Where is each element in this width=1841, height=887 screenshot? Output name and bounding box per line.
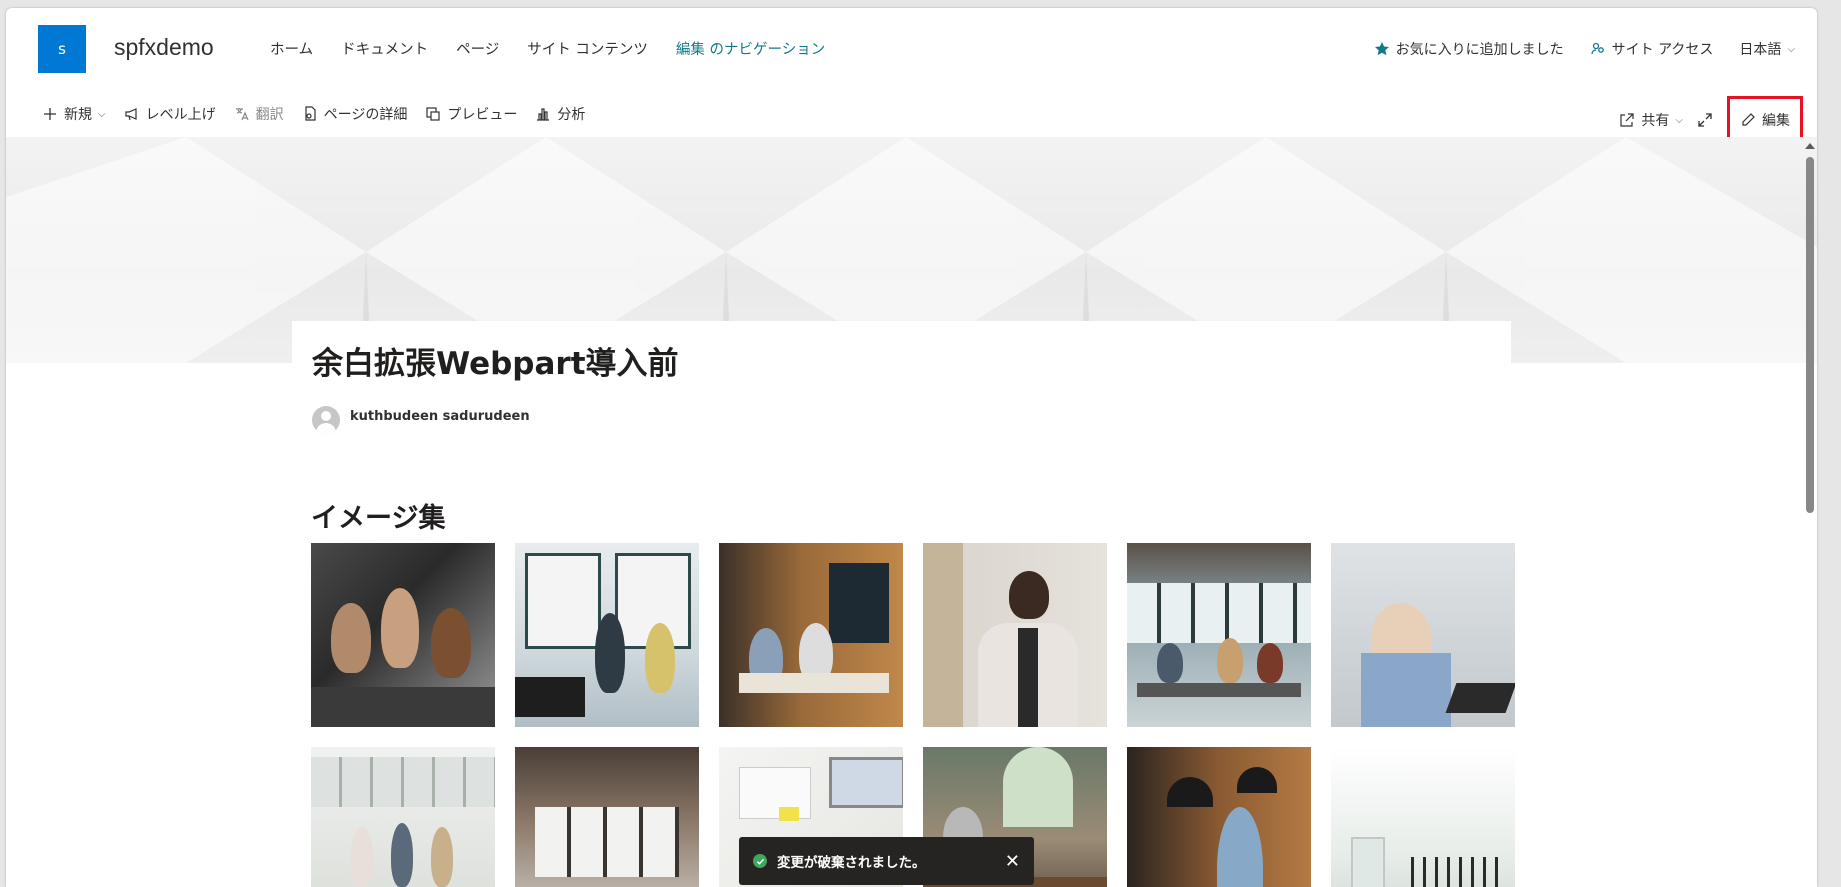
site-title[interactable]: spfxdemo <box>114 34 214 61</box>
translate-icon <box>235 108 249 121</box>
promote-label: レベル上げ <box>145 107 216 123</box>
site-header: s spfxdemo ホーム ドキュメント ページ サイト コンテンツ 編集 の… <box>6 8 1817 90</box>
favorite-label: お気に入りに追加しました <box>1395 42 1564 58</box>
scroll-thumb[interactable] <box>1806 157 1814 513</box>
nav-item-pages[interactable]: ページ <box>456 38 499 59</box>
close-icon[interactable]: ✕ <box>1005 851 1020 872</box>
megaphone-icon <box>124 108 137 121</box>
gallery-image[interactable] <box>515 747 699 887</box>
nav-item-site-contents[interactable]: サイト コンテンツ <box>527 38 648 59</box>
expand-icon <box>1698 113 1712 127</box>
avatar[interactable] <box>312 406 340 434</box>
share-button[interactable]: 共有 ⌵ <box>1619 110 1683 130</box>
image-gallery <box>311 543 1515 887</box>
toast-message: 変更が破棄されました。 <box>777 855 926 871</box>
author-name[interactable]: kuthbudeen sadurudeen <box>350 409 530 424</box>
checkmark-icon <box>753 854 767 868</box>
analytics-label: 分析 <box>557 107 586 123</box>
new-label: 新規 <box>64 107 92 123</box>
gallery-image[interactable] <box>1127 747 1311 887</box>
chevron-down-icon: ⌵ <box>1675 114 1683 126</box>
vertical-scrollbar[interactable] <box>1801 137 1817 887</box>
language-selector[interactable]: 日本語 ⌵ <box>1739 39 1795 59</box>
site-access-label: サイト アクセス <box>1611 42 1714 58</box>
site-logo[interactable]: s <box>38 25 86 73</box>
author-byline: kuthbudeen sadurudeen <box>312 406 530 434</box>
gallery-image[interactable] <box>923 543 1107 727</box>
gallery-image[interactable] <box>1331 543 1515 727</box>
chevron-down-icon: ⌵ <box>98 108 106 120</box>
nav-item-home[interactable]: ホーム <box>270 38 313 59</box>
people-icon <box>1591 42 1604 55</box>
pencil-icon <box>1742 113 1755 126</box>
expand-button[interactable] <box>1697 112 1713 128</box>
favorite-button[interactable]: お気に入りに追加しました <box>1374 39 1564 59</box>
gallery-image[interactable] <box>1331 747 1515 887</box>
page-details-label: ページの詳細 <box>323 107 408 123</box>
gallery-image[interactable] <box>1127 543 1311 727</box>
nav-item-documents[interactable]: ドキュメント <box>341 38 428 59</box>
plus-icon <box>44 108 56 120</box>
gallery-image[interactable] <box>719 543 903 727</box>
preview-button[interactable]: プレビュー <box>425 104 517 124</box>
preview-icon <box>426 107 440 121</box>
gallery-image[interactable] <box>311 747 495 887</box>
chevron-down-icon: ⌵ <box>1787 43 1795 55</box>
nav-item-edit-navigation[interactable]: 編集 のナビゲーション <box>676 38 825 59</box>
promote-button[interactable]: レベル上げ <box>124 104 216 124</box>
site-access-button[interactable]: サイト アクセス <box>1590 39 1714 59</box>
page-title: 余白拡張Webpart導入前 <box>312 346 679 382</box>
language-label: 日本語 <box>1739 42 1782 58</box>
analytics-button[interactable]: 分析 <box>535 104 585 124</box>
browser-page: s spfxdemo ホーム ドキュメント ページ サイト コンテンツ 編集 の… <box>6 8 1817 887</box>
share-icon <box>1620 113 1635 127</box>
top-navigation: ホーム ドキュメント ページ サイト コンテンツ 編集 のナビゲーション <box>270 38 825 59</box>
gallery-image[interactable] <box>515 543 699 727</box>
translate-button[interactable]: 翻訳 <box>234 104 284 124</box>
share-label: 共有 <box>1641 113 1670 129</box>
edit-label: 編集 <box>1762 113 1790 129</box>
scroll-up-arrow[interactable] <box>1805 143 1815 149</box>
page-gear-icon <box>304 106 316 121</box>
header-actions: お気に入りに追加しました サイト アクセス 日本語 ⌵ <box>1374 39 1795 59</box>
new-button[interactable]: 新規 ⌵ <box>42 104 106 124</box>
translate-label: 翻訳 <box>255 107 284 123</box>
notification-toast: 変更が破棄されました。 ✕ <box>739 837 1034 885</box>
chart-icon <box>537 108 550 121</box>
star-icon <box>1374 42 1389 56</box>
gallery-image[interactable] <box>311 543 495 727</box>
gallery-title: イメージ集 <box>311 503 446 534</box>
command-bar: 新規 ⌵ レベル上げ 翻訳 ページの詳細 プレビュー 分析 共有 ⌵ 編集 <box>6 92 1817 144</box>
page-details-button[interactable]: ページの詳細 <box>302 104 408 124</box>
preview-label: プレビュー <box>447 107 518 123</box>
